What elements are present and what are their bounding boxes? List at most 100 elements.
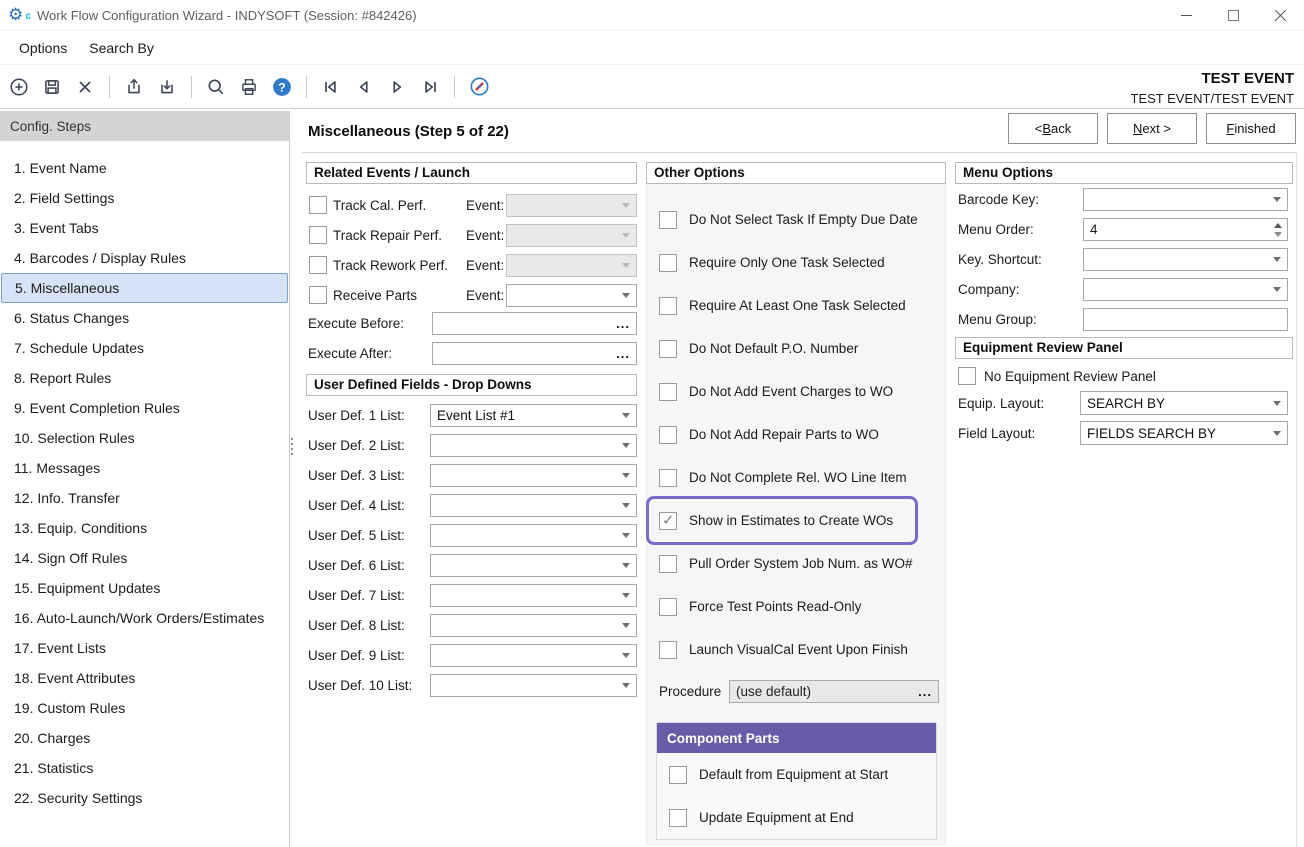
checkbox[interactable]	[659, 555, 677, 573]
sidebar-item[interactable]: 15. Equipment Updates	[0, 573, 289, 603]
export-icon[interactable]	[123, 76, 145, 98]
sidebar-item[interactable]: 12. Info. Transfer	[0, 483, 289, 513]
checkbox[interactable]	[659, 383, 677, 401]
user-def-dropdown[interactable]	[430, 644, 637, 667]
sidebar-item[interactable]: 7. Schedule Updates	[0, 333, 289, 363]
option-row[interactable]: Do Not Select Task If Empty Due Date	[647, 198, 945, 241]
checkbox[interactable]	[669, 766, 687, 784]
finished-button[interactable]: Finished	[1206, 113, 1296, 144]
procedure-input[interactable]: (use default) ...	[729, 680, 939, 703]
user-def-dropdown[interactable]	[430, 434, 637, 457]
sidebar-item[interactable]: 2. Field Settings	[0, 183, 289, 213]
browse-button[interactable]: ...	[616, 343, 630, 364]
event-dropdown[interactable]	[506, 284, 637, 307]
user-def-dropdown[interactable]	[430, 584, 637, 607]
checkbox[interactable]	[309, 196, 327, 214]
menu-search-by[interactable]: Search By	[80, 35, 163, 61]
sidebar-item[interactable]: 9. Event Completion Rules	[0, 393, 289, 423]
key-shortcut-dropdown[interactable]	[1083, 248, 1288, 271]
option-row[interactable]: Launch VisualCal Event Upon Finish	[647, 628, 945, 671]
checkbox[interactable]	[659, 211, 677, 229]
sidebar-item[interactable]: 5. Miscellaneous	[1, 273, 288, 303]
option-row[interactable]: Do Not Add Repair Parts to WO	[647, 413, 945, 456]
user-def-dropdown[interactable]	[430, 464, 637, 487]
browse-button[interactable]: ...	[616, 313, 630, 334]
checkbox[interactable]	[669, 809, 687, 827]
option-row[interactable]: Do Not Complete Rel. WO Line Item	[647, 456, 945, 499]
user-def-dropdown[interactable]	[430, 674, 637, 697]
checkbox[interactable]	[659, 512, 677, 530]
sidebar-item[interactable]: 19. Custom Rules	[0, 693, 289, 723]
import-icon[interactable]	[156, 76, 178, 98]
menu-order-stepper[interactable]: 4	[1083, 218, 1288, 241]
checkbox[interactable]	[659, 641, 677, 659]
save-icon[interactable]	[41, 76, 63, 98]
sidebar-item[interactable]: 22. Security Settings	[0, 783, 289, 813]
search-icon[interactable]	[205, 76, 227, 98]
checkbox[interactable]	[309, 256, 327, 274]
checkbox[interactable]	[659, 469, 677, 487]
checkbox[interactable]	[659, 297, 677, 315]
sidebar-item[interactable]: 10. Selection Rules	[0, 423, 289, 453]
sidebar-item[interactable]: 14. Sign Off Rules	[0, 543, 289, 573]
menu-group-input[interactable]	[1083, 308, 1288, 331]
help-icon[interactable]: ?	[271, 76, 293, 98]
sidebar-item[interactable]: 13. Equip. Conditions	[0, 513, 289, 543]
option-row[interactable]: Update Equipment at End	[657, 796, 936, 839]
menu-options[interactable]: Options	[10, 35, 76, 61]
sidebar-item[interactable]: 18. Event Attributes	[0, 663, 289, 693]
nav-first-icon[interactable]	[320, 76, 342, 98]
delete-icon[interactable]	[74, 76, 96, 98]
user-def-dropdown[interactable]: Event List #1	[430, 404, 637, 427]
compass-icon[interactable]	[468, 76, 490, 98]
back-button[interactable]: < Back	[1008, 113, 1098, 144]
event-dropdown[interactable]	[506, 194, 637, 217]
add-icon[interactable]	[8, 76, 30, 98]
user-def-dropdown[interactable]	[430, 554, 637, 577]
maximize-button[interactable]	[1210, 0, 1257, 31]
sidebar-item[interactable]: 3. Event Tabs	[0, 213, 289, 243]
spinner-arrows[interactable]	[1274, 223, 1282, 237]
checkbox[interactable]	[659, 598, 677, 616]
sidebar-item[interactable]: 21. Statistics	[0, 753, 289, 783]
checkbox[interactable]	[309, 226, 327, 244]
sidebar-item[interactable]: 4. Barcodes / Display Rules	[0, 243, 289, 273]
spin-up-icon[interactable]	[1274, 223, 1282, 228]
user-def-dropdown[interactable]	[430, 524, 637, 547]
field-layout-dropdown[interactable]: FIELDS SEARCH BY	[1080, 421, 1288, 445]
close-button[interactable]	[1257, 0, 1304, 31]
next-button[interactable]: Next >	[1107, 113, 1197, 144]
checkbox[interactable]	[659, 254, 677, 272]
checkbox[interactable]	[659, 340, 677, 358]
option-row[interactable]: Do Not Add Event Charges to WO	[647, 370, 945, 413]
nav-last-icon[interactable]	[419, 76, 441, 98]
checkbox[interactable]	[659, 426, 677, 444]
no-equipment-review-row[interactable]: No Equipment Review Panel	[955, 364, 1293, 388]
barcode-key-dropdown[interactable]	[1083, 188, 1288, 211]
checkbox[interactable]	[958, 367, 976, 385]
sidebar-item[interactable]: 1. Event Name	[0, 153, 289, 183]
option-row[interactable]: Require Only One Task Selected	[647, 241, 945, 284]
nav-previous-icon[interactable]	[353, 76, 375, 98]
option-row[interactable]: Force Test Points Read-Only	[647, 585, 945, 628]
company-dropdown[interactable]	[1083, 278, 1288, 301]
nav-next-icon[interactable]	[386, 76, 408, 98]
option-row[interactable]: Require At Least One Task Selected	[647, 284, 945, 327]
option-row[interactable]: Default from Equipment at Start	[657, 753, 936, 796]
sidebar-item[interactable]: 17. Event Lists	[0, 633, 289, 663]
option-row[interactable]: Pull Order System Job Num. as WO#	[647, 542, 945, 585]
execute-after-input[interactable]: ...	[432, 342, 637, 365]
user-def-dropdown[interactable]	[430, 614, 637, 637]
execute-before-input[interactable]: ...	[432, 312, 637, 335]
equip-layout-dropdown[interactable]: SEARCH BY	[1080, 391, 1288, 415]
sidebar-item[interactable]: 6. Status Changes	[0, 303, 289, 333]
event-dropdown[interactable]	[506, 224, 637, 247]
option-row[interactable]: Do Not Default P.O. Number	[647, 327, 945, 370]
user-def-dropdown[interactable]	[430, 494, 637, 517]
sidebar-item[interactable]: 20. Charges	[0, 723, 289, 753]
splitter-grip[interactable]	[291, 438, 293, 455]
event-dropdown[interactable]	[506, 254, 637, 277]
print-icon[interactable]	[238, 76, 260, 98]
sidebar-item[interactable]: 8. Report Rules	[0, 363, 289, 393]
sidebar-item[interactable]: 16. Auto-Launch/Work Orders/Estimates	[0, 603, 289, 633]
